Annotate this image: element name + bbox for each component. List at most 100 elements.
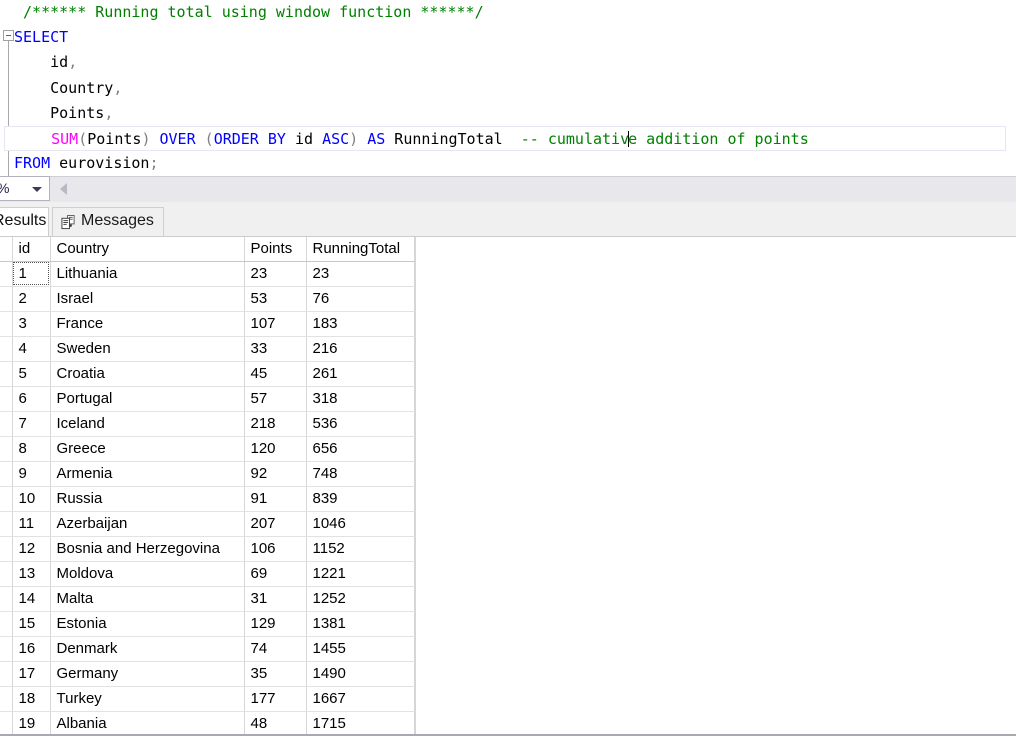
table-cell[interactable]: 33 [244,336,306,361]
table-cell[interactable]: 10 [12,486,50,511]
table-cell[interactable]: Bosnia and Herzegovina [50,536,244,561]
table-row[interactable]: 16Denmark741455 [0,636,414,661]
table-cell[interactable]: 11 [12,511,50,536]
table-cell[interactable]: 177 [244,686,306,711]
row-selector-cell[interactable] [0,461,12,486]
table-cell[interactable]: 2 [12,286,50,311]
zoom-level-combobox[interactable]: % [0,176,50,201]
table-cell[interactable]: 1152 [306,536,414,561]
row-selector-cell[interactable] [0,661,12,686]
table-cell[interactable]: 35 [244,661,306,686]
table-cell[interactable]: 129 [244,611,306,636]
table-row[interactable]: 7Iceland218536 [0,411,414,436]
tab-results[interactable]: Results [0,207,49,236]
table-cell[interactable]: 207 [244,511,306,536]
table-row[interactable]: 17Germany351490 [0,661,414,686]
table-cell[interactable]: 16 [12,636,50,661]
table-cell[interactable]: 12 [12,536,50,561]
row-selector-cell[interactable] [0,411,12,436]
table-cell[interactable]: France [50,311,244,336]
table-cell[interactable]: 1715 [306,711,414,736]
table-cell[interactable]: 14 [12,586,50,611]
column-header-country[interactable]: Country [50,237,244,261]
table-cell[interactable]: 48 [244,711,306,736]
row-selector-cell[interactable] [0,286,12,311]
results-grid[interactable]: id Country Points RunningTotal 1Lithuani… [0,237,1016,736]
table-row[interactable]: 12Bosnia and Herzegovina1061152 [0,536,414,561]
table-cell[interactable]: Azerbaijan [50,511,244,536]
table-row[interactable]: 10Russia91839 [0,486,414,511]
row-selector-cell[interactable] [0,311,12,336]
table-row[interactable]: 11Azerbaijan2071046 [0,511,414,536]
line-points[interactable]: Points, [14,101,1016,126]
table-cell[interactable]: 57 [244,386,306,411]
row-selector-header[interactable] [0,237,12,261]
table-cell[interactable]: 536 [306,411,414,436]
table-row[interactable]: 9Armenia92748 [0,461,414,486]
table-cell[interactable]: 1381 [306,611,414,636]
table-row[interactable]: 8Greece120656 [0,436,414,461]
table-row[interactable]: 15Estonia1291381 [0,611,414,636]
table-cell[interactable]: 3 [12,311,50,336]
line-sum[interactable]: SUM(Points) OVER (ORDER BY id ASC) AS Ru… [4,126,1006,151]
row-selector-cell[interactable] [0,586,12,611]
table-cell[interactable]: Armenia [50,461,244,486]
row-selector-cell[interactable] [0,361,12,386]
table-cell[interactable]: 183 [306,311,414,336]
table-cell[interactable]: 23 [244,261,306,286]
table-cell[interactable]: 53 [244,286,306,311]
tab-messages[interactable]: Messages [52,207,164,236]
row-selector-cell[interactable] [0,636,12,661]
row-selector-cell[interactable] [0,561,12,586]
table-cell[interactable]: 839 [306,486,414,511]
table-row[interactable]: 19Albania481715 [0,711,414,736]
table-cell[interactable]: Estonia [50,611,244,636]
table-cell[interactable]: 69 [244,561,306,586]
table-cell[interactable]: Iceland [50,411,244,436]
row-selector-cell[interactable] [0,711,12,736]
row-selector-cell[interactable] [0,436,12,461]
table-cell[interactable]: Israel [50,286,244,311]
sql-code-text[interactable]: /****** Running total using window funct… [14,0,1016,176]
table-cell[interactable]: 1252 [306,586,414,611]
table-cell[interactable]: 9 [12,461,50,486]
table-row[interactable]: 5Croatia45261 [0,361,414,386]
table-cell[interactable]: 1221 [306,561,414,586]
table-cell[interactable]: 13 [12,561,50,586]
row-selector-cell[interactable] [0,686,12,711]
table-cell[interactable]: 656 [306,436,414,461]
row-selector-cell[interactable] [0,261,12,286]
table-cell[interactable]: 120 [244,436,306,461]
table-cell[interactable]: Moldova [50,561,244,586]
table-cell[interactable]: 17 [12,661,50,686]
column-header-id[interactable]: id [12,237,50,261]
table-row[interactable]: 4Sweden33216 [0,336,414,361]
table-cell[interactable]: 8 [12,436,50,461]
table-cell[interactable]: 19 [12,711,50,736]
column-header-runningtotal[interactable]: RunningTotal [306,237,414,261]
table-cell[interactable]: 23 [306,261,414,286]
results-table[interactable]: id Country Points RunningTotal 1Lithuani… [0,237,415,736]
line-id[interactable]: id, [14,50,1016,75]
table-row[interactable]: 18Turkey1771667 [0,686,414,711]
table-cell[interactable]: 4 [12,336,50,361]
table-cell[interactable]: 7 [12,411,50,436]
table-cell[interactable]: 91 [244,486,306,511]
line-from[interactable]: FROM eurovision; [14,151,1016,176]
table-cell[interactable]: 318 [306,386,414,411]
row-selector-cell[interactable] [0,511,12,536]
table-cell[interactable]: Lithuania [50,261,244,286]
table-cell[interactable]: 31 [244,586,306,611]
row-selector-cell[interactable] [0,536,12,561]
table-cell[interactable]: 106 [244,536,306,561]
table-row[interactable]: 1Lithuania2323 [0,261,414,286]
table-row[interactable]: 14Malta311252 [0,586,414,611]
sql-editor-pane[interactable]: /****** Running total using window funct… [0,0,1016,176]
table-cell[interactable]: 45 [244,361,306,386]
line-select[interactable]: SELECT [14,25,1016,50]
table-cell[interactable]: Croatia [50,361,244,386]
table-cell[interactable]: Portugal [50,386,244,411]
table-cell[interactable]: 748 [306,461,414,486]
column-header-points[interactable]: Points [244,237,306,261]
table-cell[interactable]: Turkey [50,686,244,711]
